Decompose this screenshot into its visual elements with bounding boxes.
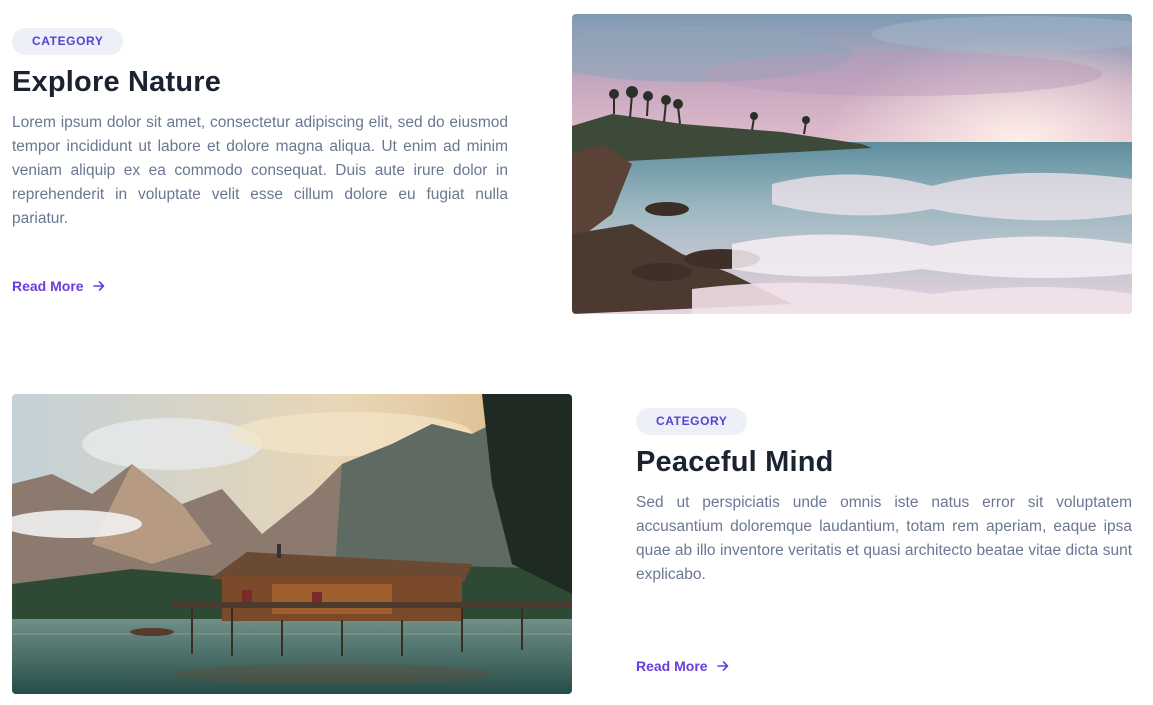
read-more-label: Read More	[636, 658, 708, 674]
card-description: Sed ut perspiciatis unde omnis iste natu…	[636, 494, 1132, 583]
read-more-link[interactable]: Read More	[12, 278, 105, 294]
article-card-explore-nature: CATEGORY Explore Nature Lorem ipsum dolo…	[12, 14, 1132, 314]
category-badge[interactable]: CATEGORY	[12, 28, 124, 55]
card-title: Peaceful Mind	[636, 446, 834, 478]
arrow-right-icon	[716, 661, 728, 671]
card-image-mountain-lake[interactable]	[12, 394, 572, 694]
read-more-label: Read More	[12, 278, 84, 294]
card-title: Explore Nature	[12, 66, 222, 98]
read-more-link[interactable]: Read More	[636, 658, 729, 674]
card-text-column: CATEGORY Explore Nature Lorem ipsum dolo…	[12, 14, 508, 314]
arrow-right-icon	[92, 281, 104, 291]
article-card-peaceful-mind: CATEGORY Peaceful Mind Sed ut perspiciat…	[12, 394, 1132, 694]
coastal-sunset-image	[572, 14, 1132, 314]
category-badge[interactable]: CATEGORY	[636, 408, 748, 435]
card-description: Lorem ipsum dolor sit amet, consectetur …	[12, 114, 508, 227]
card-image-coastal-sunset[interactable]	[572, 14, 1132, 314]
card-text-column: CATEGORY Peaceful Mind Sed ut perspiciat…	[636, 394, 1132, 694]
mountain-lake-image	[12, 394, 572, 694]
